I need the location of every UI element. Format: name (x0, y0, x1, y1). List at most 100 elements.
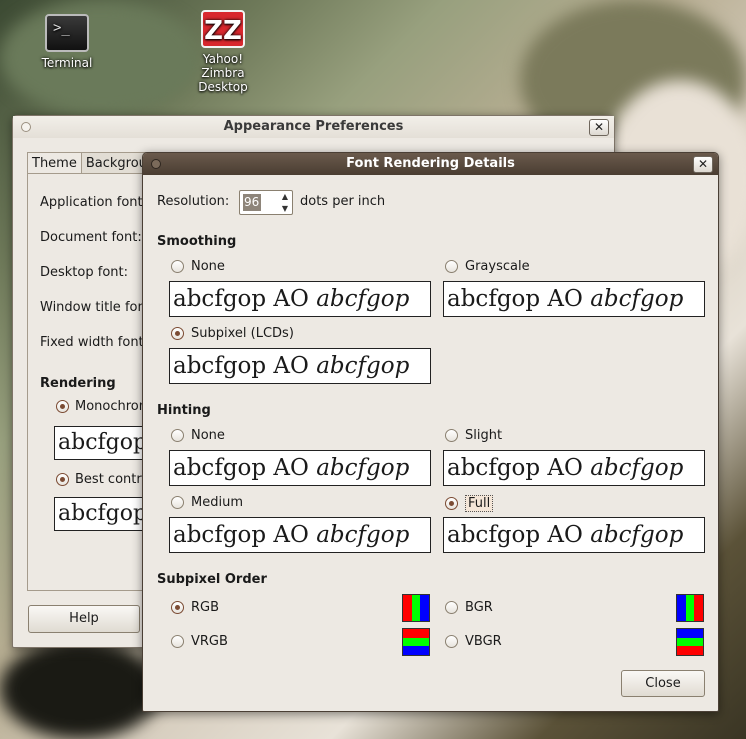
radio-icon[interactable] (171, 496, 184, 509)
terminal-icon: >_ (45, 14, 89, 52)
radio-icon[interactable] (445, 601, 458, 614)
resolution-unit: dots per inch (300, 194, 386, 209)
best-contrast-option[interactable]: Best contr (56, 472, 142, 487)
sample-text: abcfgop AO (173, 455, 309, 481)
smoothing-heading: Smoothing (157, 234, 237, 249)
radio-icon[interactable] (171, 635, 184, 648)
sample-italic-text: abcfgop (590, 455, 684, 481)
dialog-title: Font Rendering Details (346, 156, 515, 171)
swatch-stripe (694, 595, 704, 621)
window-menu-icon[interactable] (151, 159, 161, 169)
sample-italic-text: abcfgop (316, 455, 410, 481)
hinting-full-option[interactable]: Full (445, 495, 494, 512)
rgb-swatch-icon (402, 594, 430, 622)
option-label: VBGR (465, 634, 502, 649)
tab-theme[interactable]: Theme (27, 152, 82, 174)
radio-icon[interactable] (445, 429, 458, 442)
sample-italic-text: abcfgop (590, 286, 684, 312)
sample-italic-text: abcfgop (316, 522, 410, 548)
subpixel-vbgr-option[interactable]: VBGR (445, 634, 502, 649)
swatch-stripe (685, 595, 695, 621)
subpixel-order-heading: Subpixel Order (157, 572, 267, 587)
hinting-none-sample[interactable]: abcfgop AO abcfgop (169, 450, 431, 486)
spin-up-icon[interactable]: ▲ (278, 191, 292, 203)
swatch-stripe (420, 595, 430, 621)
desktop-icon-label: Yahoo! Zimbra Desktop (198, 52, 248, 94)
sample-text: abcfgop AO (447, 522, 583, 548)
option-label: None (191, 428, 225, 443)
resolution-spinner[interactable]: 96 ▲ ▼ (239, 190, 293, 215)
tab-bar: Theme Backgrou (27, 152, 152, 174)
radio-icon[interactable] (445, 497, 458, 510)
hinting-slight-option[interactable]: Slight (445, 428, 502, 443)
radio-icon[interactable] (171, 601, 184, 614)
zimbra-icon: ZZ (201, 10, 245, 48)
monochrome-option[interactable]: Monochrom (56, 399, 151, 414)
vrgb-swatch-icon (402, 628, 430, 656)
subpixel-rgb-option[interactable]: RGB (171, 600, 219, 615)
spin-down-icon[interactable]: ▼ (278, 203, 292, 215)
option-label: RGB (191, 600, 220, 615)
window-menu-icon[interactable] (21, 122, 31, 132)
option-label: Monochrom (75, 399, 152, 414)
radio-icon[interactable] (171, 429, 184, 442)
hinting-medium-option[interactable]: Medium (171, 495, 243, 510)
subpixel-vrgb-option[interactable]: VRGB (171, 634, 228, 649)
resolution-label: Resolution: (157, 194, 230, 209)
desktop-icon-zimbra[interactable]: ZZ Yahoo! Zimbra Desktop (168, 10, 278, 94)
subpixel-bgr-option[interactable]: BGR (445, 600, 493, 615)
sample-text: abcfgop AO (447, 286, 583, 312)
bgr-swatch-icon (676, 594, 704, 622)
window-title-font-label: Window title font (40, 300, 151, 315)
swatch-stripe (677, 595, 686, 621)
smoothing-grayscale-sample[interactable]: abcfgop AO abcfgop (443, 281, 705, 317)
sample-italic-text: abcfgop (316, 286, 410, 312)
sample-text: abcfgop AO (173, 353, 309, 379)
hinting-heading: Hinting (157, 403, 211, 418)
details-titlebar[interactable]: Font Rendering Details ✕ (143, 153, 718, 175)
sample-italic-text: abcfgop (316, 353, 410, 379)
radio-icon[interactable] (445, 260, 458, 273)
option-label: None (191, 259, 225, 274)
hinting-medium-sample[interactable]: abcfgop AO abcfgop (169, 517, 431, 553)
swatch-stripe (677, 629, 703, 638)
smoothing-subpixel-sample[interactable]: abcfgop AO abcfgop (169, 348, 431, 384)
option-label: Full (465, 495, 494, 512)
window-title: Appearance Preferences (223, 119, 404, 134)
option-label: Slight (465, 428, 503, 443)
radio-icon[interactable] (445, 635, 458, 648)
help-button[interactable]: Help (28, 605, 140, 633)
smoothing-subpixel-option[interactable]: Subpixel (LCDs) (171, 326, 294, 341)
hinting-slight-sample[interactable]: abcfgop AO abcfgop (443, 450, 705, 486)
close-button[interactable]: ✕ (589, 119, 609, 136)
hinting-full-sample[interactable]: abcfgop AO abcfgop (443, 517, 705, 553)
desktop-font-label: Desktop font: (40, 265, 128, 280)
sample-text: abcfgop AO (173, 522, 309, 548)
option-label: BGR (465, 600, 493, 615)
vbgr-swatch-icon (676, 628, 704, 656)
close-button[interactable]: ✕ (693, 156, 713, 173)
swatch-stripe (677, 637, 703, 647)
radio-icon[interactable] (171, 260, 184, 273)
sample-text: abcfgop AO (447, 455, 583, 481)
resolution-value[interactable]: 96 (243, 194, 261, 211)
option-label: Grayscale (465, 259, 530, 274)
swatch-stripe (403, 646, 429, 656)
smoothing-none-sample[interactable]: abcfgop AO abcfgop (169, 281, 431, 317)
smoothing-grayscale-option[interactable]: Grayscale (445, 259, 530, 274)
option-label: VRGB (191, 634, 228, 649)
desktop-icon-terminal[interactable]: >_ Terminal (12, 14, 122, 70)
rendering-heading: Rendering (40, 376, 116, 391)
document-font-label: Document font: (40, 230, 142, 245)
swatch-stripe (677, 646, 703, 656)
radio-icon[interactable] (171, 327, 184, 340)
appearance-titlebar[interactable]: Appearance Preferences ✕ (13, 116, 614, 138)
radio-icon[interactable] (56, 473, 69, 486)
sample-italic-text: abcfgop (590, 522, 684, 548)
font-rendering-details-dialog: Font Rendering Details ✕ Resolution: 96 … (142, 152, 719, 712)
hinting-none-option[interactable]: None (171, 428, 225, 443)
radio-icon[interactable] (56, 400, 69, 413)
close-dialog-button[interactable]: Close (621, 670, 705, 697)
swatch-stripe (403, 637, 429, 647)
smoothing-none-option[interactable]: None (171, 259, 225, 274)
